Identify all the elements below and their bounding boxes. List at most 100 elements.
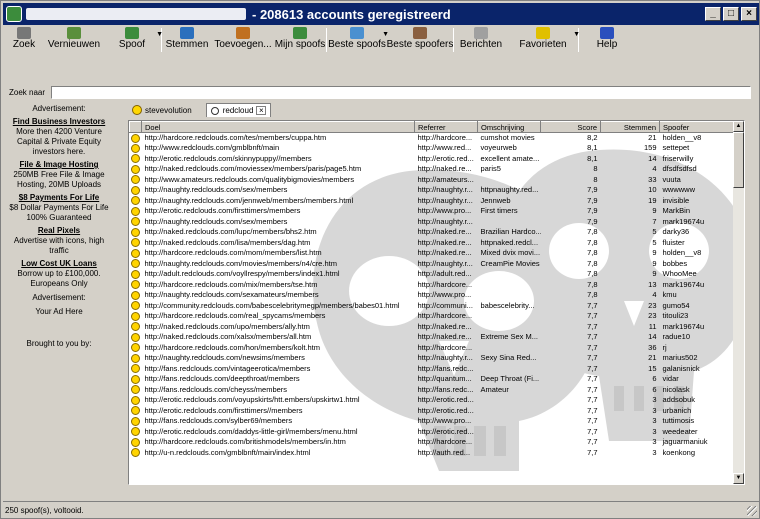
- table-row[interactable]: http://erotic.redclouds.com/daddys-littl…: [130, 427, 736, 438]
- toolbar-spoof-button[interactable]: Spoof ▼: [103, 26, 163, 54]
- cell-score: 7,7: [587, 374, 598, 384]
- cell-stemmen: 33: [648, 174, 657, 184]
- column-header-score[interactable]: Score: [540, 121, 601, 133]
- cell-stemmen: 3: [652, 405, 657, 415]
- table-row[interactable]: http://hardcore.redclouds.com/britishmod…: [130, 437, 736, 448]
- cell-score: 7,8: [587, 258, 598, 268]
- redacted-title-text: [26, 8, 246, 20]
- table-row[interactable]: http://naughty.redclouds.com/jennweb/mem…: [130, 196, 736, 207]
- ad-title-link[interactable]: Real Pixels: [5, 226, 113, 236]
- toolbar-berichten-button[interactable]: Berichten: [454, 26, 508, 54]
- cell-omschrijving: [478, 175, 541, 186]
- scroll-down-arrow-icon[interactable]: ▼: [733, 473, 744, 484]
- toolbar-toevoegen-button[interactable]: Toevoegen...: [212, 26, 274, 54]
- minimize-button[interactable]: _: [705, 7, 721, 21]
- ad-title-link[interactable]: Find Business Investors: [5, 117, 113, 127]
- row-icon-cell: [130, 406, 142, 417]
- cell-spoofer: friserwilly: [662, 153, 694, 163]
- toolbar-beste-spoofers-button[interactable]: Beste spoofers: [387, 26, 453, 54]
- table-row[interactable]: http://u-n.redclouds.com/gmblbnft/main/i…: [130, 448, 736, 459]
- close-tab-icon[interactable]: ×: [256, 106, 267, 115]
- table-row[interactable]: http://erotic.redclouds.com/firsttimers/…: [130, 206, 736, 217]
- table-row[interactable]: http://erotic.redclouds.com/skinnypuppy/…: [130, 154, 736, 165]
- toolbar-stemmen-button[interactable]: Stemmen: [162, 26, 212, 54]
- table-row[interactable]: http://erotic.redclouds.com/voyupskirts/…: [130, 395, 736, 406]
- cell-score: 7,7: [587, 416, 598, 426]
- table-row[interactable]: http://fans.redclouds.com/cheyss/members…: [130, 385, 736, 396]
- close-button[interactable]: ×: [741, 7, 757, 21]
- table-row[interactable]: http://naughty.redclouds.com/sex/members…: [130, 217, 736, 228]
- cell-omschrijving: httpnaked.redcl...: [480, 237, 539, 247]
- toolbar-vernieuwen-button[interactable]: Vernieuwen: [45, 26, 103, 54]
- table-row[interactable]: http://community.redclouds.com/babescele…: [130, 301, 736, 312]
- table-row[interactable]: http://www.redclouds.com/gmblbnft/main ht…: [130, 143, 736, 154]
- table-row[interactable]: http://naked.redclouds.com/lisa/members/…: [130, 238, 736, 249]
- table-row[interactable]: http://hardcore.redclouds.com/mix/member…: [130, 280, 736, 291]
- ad-title-link[interactable]: File & Image Hosting: [5, 160, 113, 170]
- table-row[interactable]: http://fans.redclouds.com/sylber69/membe…: [130, 416, 736, 427]
- table-row[interactable]: http://hardcore.redclouds.com/hon/member…: [130, 343, 736, 354]
- sidebar-ad: $8 Payments For Life $8 Dollar Payments F…: [5, 193, 113, 223]
- cell-omschrijving: [478, 395, 541, 406]
- tab-stevevolution[interactable]: stevevolution: [128, 103, 196, 117]
- table-row[interactable]: http://adult.redclouds.com/voyllrespy/me…: [130, 269, 736, 280]
- toolbar-favorieten-button[interactable]: Favorieten ▼: [508, 26, 580, 54]
- smiley-icon: [130, 332, 140, 342]
- table-row[interactable]: http://fans.redclouds.com/vintageerotica…: [130, 364, 736, 375]
- toolbar-button-label: Zoek: [12, 39, 36, 50]
- table-row[interactable]: http://hardcore.redclouds.com/tes/member…: [130, 133, 736, 144]
- search-label: Zoek naar: [9, 88, 46, 97]
- smiley-icon: [130, 269, 140, 279]
- vertical-scrollbar[interactable]: ▲ ▼: [733, 121, 744, 484]
- cell-spoofer: invisible: [662, 195, 690, 205]
- row-icon-cell: [130, 290, 142, 301]
- column-header-omschrijving[interactable]: Omschrijving: [477, 121, 541, 133]
- tab-redcloud[interactable]: redcloud ×: [205, 103, 272, 117]
- ad-title-link[interactable]: $8 Payments For Life: [5, 193, 113, 203]
- table-row[interactable]: http://naughty.redclouds.com/movies/memb…: [130, 259, 736, 270]
- toolbar-mijn-spoofs-button[interactable]: Mijn spoofs: [274, 26, 326, 54]
- cell-score: 8,1: [587, 143, 598, 153]
- table-row[interactable]: http://naughty.redclouds.com/sexamateurs…: [130, 290, 736, 301]
- scroll-up-arrow-icon[interactable]: ▲: [733, 121, 744, 132]
- table-row[interactable]: http://hardcore.redclouds.com/real_spyca…: [130, 311, 736, 322]
- table-row[interactable]: http://www.amateurs.redclouds.com/qualit…: [130, 175, 736, 186]
- column-header-referrer[interactable]: Referrer: [414, 121, 478, 133]
- table-row[interactable]: http://naked.redclouds.com/xalsx/members…: [130, 332, 736, 343]
- table-row[interactable]: http://fans.redclouds.com/deepthroat/mem…: [130, 374, 736, 385]
- column-header-stemmen[interactable]: Stemmen: [600, 121, 660, 133]
- table-row[interactable]: http://naked.redclouds.com/moviessex/mem…: [130, 164, 736, 175]
- your-ad-here-link[interactable]: Your Ad Here: [5, 307, 113, 317]
- toolbar-beste-spoofs-button[interactable]: Beste spoofs ▼: [327, 26, 389, 54]
- maximize-button[interactable]: □: [723, 7, 739, 21]
- add-icon: [236, 27, 250, 39]
- cell-score: 7,7: [587, 342, 598, 352]
- resize-grip[interactable]: [747, 506, 757, 516]
- cell-omschrijving: First timers: [480, 206, 518, 216]
- table-row[interactable]: http://naughty.redclouds.com/newsims/mem…: [130, 353, 736, 364]
- cell-doel: http://hardcore.redclouds.com/mom/member…: [144, 248, 322, 258]
- cell-score: 7,7: [587, 321, 598, 331]
- table-row[interactable]: http://naughty.redclouds.com/sex/members…: [130, 185, 736, 196]
- cell-stemmen: 23: [648, 300, 657, 310]
- scroll-thumb[interactable]: [733, 132, 744, 188]
- column-header-doel[interactable]: Doel: [141, 121, 415, 133]
- table-row[interactable]: http://erotic.redclouds.com/firsttimers/…: [130, 406, 736, 417]
- cell-stemmen: 21: [648, 353, 657, 363]
- table-row[interactable]: http://naked.redclouds.com/lupc/members/…: [130, 227, 736, 238]
- column-header-spoofer[interactable]: Spoofer: [659, 121, 736, 133]
- row-icon-cell: [130, 427, 142, 438]
- table-row[interactable]: http://naked.redclouds.com/upo/members/a…: [130, 322, 736, 333]
- table-row[interactable]: http://hardcore.redclouds.com/mom/member…: [130, 248, 736, 259]
- cell-doel: http://erotic.redclouds.com/skinnypuppy/…: [144, 153, 312, 163]
- toolbar-help-button[interactable]: Help: [579, 26, 635, 54]
- cell-omschrijving: httpnaughty.red...: [480, 185, 539, 195]
- search-input[interactable]: [51, 86, 751, 99]
- cell-spoofer: gumo54: [662, 300, 690, 310]
- ad-title-link[interactable]: Low Cost UK Loans: [5, 259, 113, 269]
- cell-referrer: http://erotic.red...: [417, 405, 474, 415]
- cell-spoofer: mark19674u: [662, 321, 705, 331]
- sidebar-ad: File & Image Hosting 250MB Free File & Im…: [5, 160, 113, 190]
- toolbar-zoek-button[interactable]: Zoek: [3, 26, 45, 54]
- cell-stemmen: 36: [648, 342, 657, 352]
